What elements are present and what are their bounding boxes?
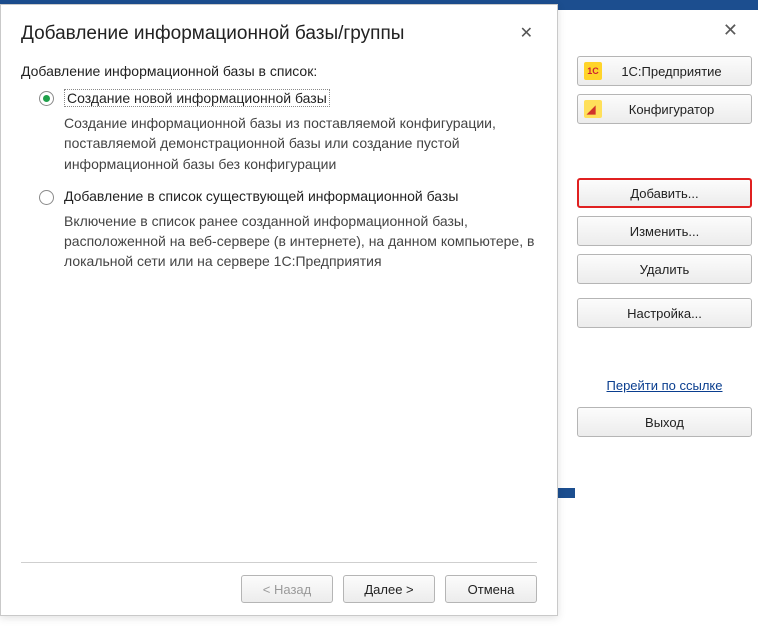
enterprise-button-label: 1С:Предприятие — [592, 64, 751, 79]
configurator-icon — [584, 100, 602, 118]
configurator-button[interactable]: Конфигуратор — [577, 94, 752, 124]
dialog-body: Добавление информационной базы/группы ✕ … — [1, 5, 557, 615]
dialog-footer: < Назад Далее > Отмена — [21, 562, 537, 603]
exit-button[interactable]: Выход — [577, 407, 752, 437]
radio-label-add-existing: Добавление в список существующей информа… — [64, 188, 458, 204]
radio-label-create: Создание новой информационной базы — [64, 89, 330, 107]
dialog-title: Добавление информационной базы/группы — [21, 23, 404, 45]
add-button[interactable]: Добавить... — [577, 178, 752, 208]
radio-icon[interactable] — [39, 91, 54, 106]
add-infobase-dialog: Добавление информационной базы/группы ✕ … — [0, 4, 558, 616]
radio-desc-add-existing: Включение в список ранее созданной инфор… — [39, 211, 537, 272]
close-icon[interactable]: ✕ — [717, 18, 744, 43]
dialog-close-icon[interactable]: ✕ — [516, 23, 537, 43]
dialog-header: Добавление информационной базы/группы ✕ — [21, 23, 537, 45]
cancel-button[interactable]: Отмена — [445, 575, 537, 603]
launcher-sidebar: 1C 1С:Предприятие Конфигуратор Добавить.… — [577, 56, 752, 445]
enterprise-button[interactable]: 1C 1С:Предприятие — [577, 56, 752, 86]
goto-link[interactable]: Перейти по ссылке — [577, 378, 752, 393]
back-button[interactable]: < Назад — [241, 575, 333, 603]
next-button[interactable]: Далее > — [343, 575, 435, 603]
spacer — [21, 286, 537, 562]
radio-icon[interactable] — [39, 190, 54, 205]
radio-option-add-existing[interactable]: Добавление в список существующей информа… — [39, 188, 537, 205]
radio-option-create[interactable]: Создание новой информационной базы — [39, 89, 537, 107]
spacer — [577, 132, 752, 178]
radio-desc-create: Создание информационной базы из поставля… — [39, 113, 537, 174]
edit-button[interactable]: Изменить... — [577, 216, 752, 246]
configurator-button-label: Конфигуратор — [592, 102, 751, 117]
dialog-subtitle: Добавление информационной базы в список: — [21, 63, 537, 79]
settings-button[interactable]: Настройка... — [577, 298, 752, 328]
radio-group: Создание новой информационной базы Созда… — [21, 89, 537, 286]
spacer — [577, 336, 752, 372]
delete-button[interactable]: Удалить — [577, 254, 752, 284]
